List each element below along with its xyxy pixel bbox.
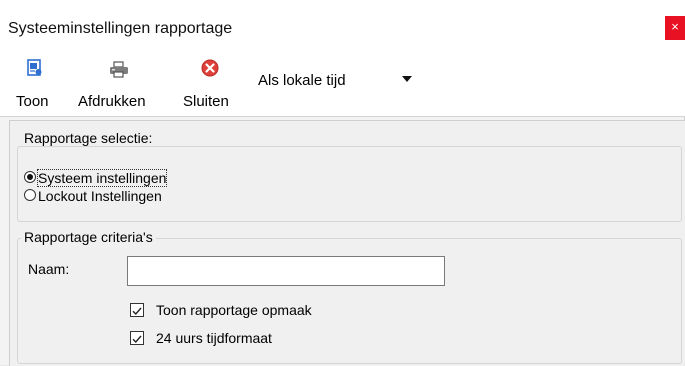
criteria-group: Rapportage criteria's Naam: Toon rapport… (17, 229, 682, 364)
radio-lockout-instellingen[interactable]: Lockout Instellingen (24, 188, 214, 206)
chevron-down-icon[interactable] (402, 76, 412, 82)
report-window: Systeeminstellingen rapportage × Toon Af… (0, 0, 685, 366)
name-label: Naam: (28, 261, 70, 277)
check-icon (132, 335, 142, 344)
timezone-selected-value: Als lokale tijd (258, 72, 346, 89)
selection-group: Rapportage selectie: Systeem instellinge… (17, 130, 682, 222)
name-input[interactable] (127, 256, 445, 286)
printer-icon (109, 61, 128, 79)
sluiten-button[interactable]: Sluiten (176, 47, 242, 116)
afdrukken-button[interactable]: Afdrukken (76, 47, 164, 116)
report-view-icon (26, 59, 44, 77)
selection-group-title: Rapportage selectie: (21, 130, 156, 146)
checkbox-checked[interactable] (130, 331, 144, 345)
check-icon (132, 307, 142, 316)
timezone-dropdown[interactable]: Als lokale tijd (250, 62, 420, 98)
criteria-group-title: Rapportage criteria's (21, 229, 156, 245)
sluiten-label: Sluiten (183, 93, 229, 110)
window-title: Systeeminstellingen rapportage (8, 20, 233, 37)
radio-label-systeem[interactable]: Systeem instellingen (36, 169, 168, 187)
radio-button-unchecked[interactable] (24, 189, 36, 201)
toon-button[interactable]: Toon (10, 47, 60, 116)
checkbox-show-layout[interactable]: Toon rapportage opmaak (130, 302, 390, 320)
radio-label-lockout[interactable]: Lockout Instellingen (38, 188, 162, 204)
afdrukken-label: Afdrukken (78, 93, 146, 110)
toon-label: Toon (16, 93, 49, 110)
close-circle-icon (201, 59, 219, 77)
hour24-label[interactable]: 24 uurs tijdformaat (156, 330, 272, 346)
checkbox-checked[interactable] (130, 303, 144, 317)
show-layout-label[interactable]: Toon rapportage opmaak (156, 302, 312, 318)
radio-button-checked[interactable] (24, 171, 36, 183)
content-panel: Rapportage selectie: Systeem instellinge… (9, 120, 685, 366)
title-bar: Systeeminstellingen rapportage × (0, 0, 685, 47)
checkbox-24h-format[interactable]: 24 uurs tijdformaat (130, 330, 390, 348)
close-window-button[interactable]: × (665, 16, 685, 40)
radio-systeem-instellingen[interactable]: Systeem instellingen (24, 169, 214, 188)
